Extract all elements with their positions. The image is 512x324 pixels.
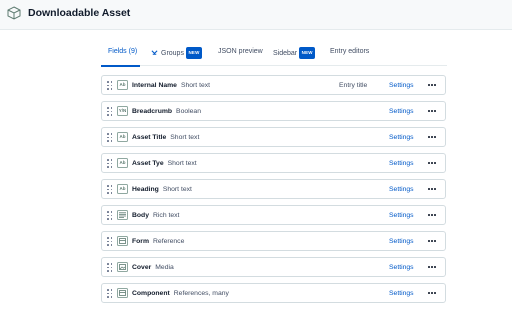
media-icon: [117, 262, 128, 272]
more-options-icon[interactable]: [425, 157, 439, 169]
boolean-icon: Y/N: [117, 106, 128, 116]
field-type: Short text: [162, 186, 192, 193]
settings-link[interactable]: Settings: [389, 263, 414, 272]
field-type: Rich text: [153, 212, 180, 219]
field-row-body[interactable]: Body Rich text Settings: [101, 205, 446, 225]
short-text-icon: Ab: [117, 80, 128, 90]
reference-icon: [117, 288, 128, 298]
tab-entry-editors[interactable]: Entry editors: [330, 47, 369, 57]
settings-link[interactable]: Settings: [389, 107, 414, 116]
tab-label: Entry editors: [330, 48, 370, 55]
active-tab-indicator: [101, 65, 140, 67]
more-options-icon[interactable]: [425, 261, 439, 273]
short-text-icon: Ab: [117, 184, 128, 194]
field-row-internal-name[interactable]: Ab Internal Name Short text Entry title S…: [101, 75, 446, 95]
tab-sidebar[interactable]: Sidebar NEW: [273, 47, 316, 59]
more-options-icon[interactable]: [425, 105, 439, 117]
field-row-component[interactable]: Component References, many Settings: [101, 283, 446, 303]
tab-label: Groups: [161, 50, 184, 57]
field-name: Internal Name Short text: [132, 82, 211, 89]
field-name: Form Reference: [132, 238, 185, 245]
settings-link[interactable]: Settings: [389, 133, 414, 142]
rich-text-icon: [117, 210, 128, 220]
new-badge: NEW: [299, 47, 316, 59]
new-badge: NEW: [185, 47, 203, 59]
short-text-icon: Ab: [117, 158, 128, 168]
drag-handle-icon[interactable]: [107, 185, 113, 194]
field-name: Asset Tye Short text: [132, 160, 197, 167]
tab-label: Fields (9): [108, 48, 138, 55]
more-options-icon[interactable]: [425, 131, 439, 143]
settings-link[interactable]: Settings: [389, 211, 414, 220]
content-type-icon: [7, 6, 21, 20]
field-name: Asset Title Short text: [132, 134, 200, 141]
field-row-heading[interactable]: Ab Heading Short text Settings: [101, 179, 446, 199]
field-name: Breadcrumb Boolean: [132, 108, 201, 115]
top-bar: Downloadable Asset: [0, 0, 512, 30]
field-type: Media: [155, 264, 174, 271]
settings-link[interactable]: Settings: [389, 185, 414, 194]
drag-handle-icon[interactable]: [107, 133, 113, 142]
reference-icon: [117, 236, 128, 246]
tab-label: JSON preview: [218, 48, 263, 55]
field-type: Short text: [180, 82, 211, 89]
more-options-icon[interactable]: [425, 79, 439, 91]
field-type: Reference: [153, 238, 185, 245]
settings-link[interactable]: Settings: [389, 237, 414, 246]
tab-groups[interactable]: Groups NEW: [151, 47, 203, 59]
field-row-breadcrumb[interactable]: Y/N Breadcrumb Boolean Settings: [101, 101, 446, 121]
drag-handle-icon[interactable]: [107, 289, 113, 298]
field-name: Cover Media: [132, 264, 174, 271]
drag-handle-icon[interactable]: [107, 81, 113, 90]
page-title: Downloadable Asset: [28, 7, 131, 19]
groups-icon: [151, 50, 158, 55]
drag-handle-icon[interactable]: [107, 107, 113, 116]
tab-fields[interactable]: Fields (9): [108, 47, 137, 57]
field-name: Component References, many: [132, 290, 229, 297]
drag-handle-icon[interactable]: [107, 159, 113, 168]
field-row-asset-title[interactable]: Ab Asset Title Short text Settings: [101, 127, 446, 147]
tab-json-preview[interactable]: JSON preview: [218, 47, 263, 57]
drag-handle-icon[interactable]: [107, 211, 113, 220]
tab-bar: Fields (9) Groups NEW JSON preview Sideba…: [101, 44, 447, 66]
field-type: Boolean: [176, 108, 201, 115]
field-name: Heading Short text: [132, 186, 192, 193]
more-options-icon[interactable]: [425, 235, 439, 247]
settings-link[interactable]: Settings: [389, 81, 414, 90]
more-options-icon[interactable]: [425, 183, 439, 195]
field-type: References, many: [173, 290, 229, 297]
settings-link[interactable]: Settings: [389, 159, 414, 168]
more-options-icon[interactable]: [425, 287, 439, 299]
drag-handle-icon[interactable]: [107, 237, 113, 246]
tab-label: Sidebar: [273, 50, 298, 57]
settings-link[interactable]: Settings: [389, 289, 414, 298]
more-options-icon[interactable]: [425, 209, 439, 221]
entry-title-label: Entry title: [339, 82, 368, 89]
field-row-form[interactable]: Form Reference Settings: [101, 231, 446, 251]
drag-handle-icon[interactable]: [107, 263, 113, 272]
field-type: Short text: [170, 134, 200, 141]
field-type: Short text: [167, 160, 197, 167]
field-row-cover[interactable]: Cover Media Settings: [101, 257, 446, 277]
field-row-asset-tye[interactable]: Ab Asset Tye Short text Settings: [101, 153, 446, 173]
field-name: Body Rich text: [132, 212, 180, 219]
short-text-icon: Ab: [117, 132, 128, 142]
